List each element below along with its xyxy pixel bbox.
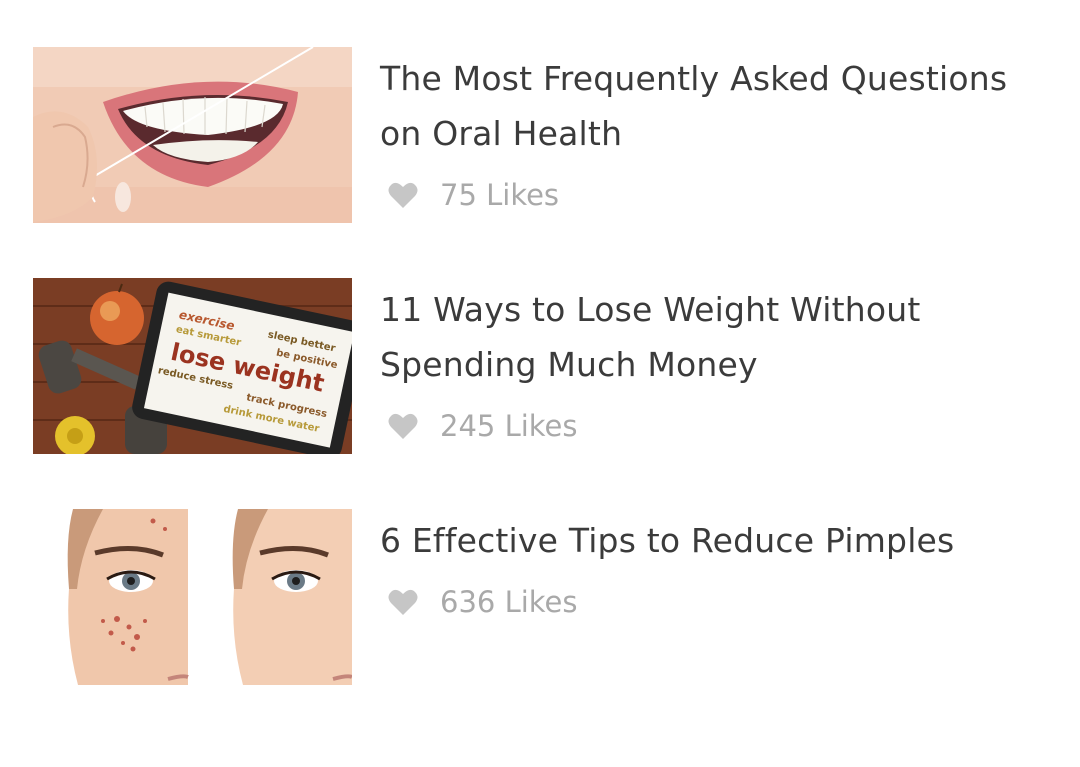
article-card[interactable]: 6 Effective Tips to Reduce Pimples 636 L… [33, 509, 1043, 685]
likes-label: 75 Likes [440, 178, 560, 212]
likes-label: 636 Likes [440, 585, 578, 619]
article-title[interactable]: The Most Frequently Asked Questions on O… [380, 51, 1040, 161]
article-thumbnail-weight-loss[interactable]: exercise sleep better eat smarter be pos… [33, 278, 352, 454]
weight-loss-tablet-photo: exercise sleep better eat smarter be pos… [33, 278, 352, 454]
likes-count[interactable]: 245 Likes [388, 406, 578, 446]
heart-icon[interactable] [388, 181, 418, 209]
article-card[interactable]: The Most Frequently Asked Questions on O… [33, 47, 1043, 223]
likes-label: 245 Likes [440, 409, 578, 443]
heart-icon[interactable] [388, 588, 418, 616]
heart-icon[interactable] [388, 412, 418, 440]
likes-count[interactable]: 636 Likes [388, 582, 578, 622]
article-thumbnail-pimples[interactable] [33, 509, 352, 685]
smile-flossing-photo [33, 47, 352, 223]
acne-before-after-photo [33, 509, 352, 685]
article-thumbnail-oral-health[interactable] [33, 47, 352, 223]
article-title[interactable]: 6 Effective Tips to Reduce Pimples [380, 513, 1040, 568]
article-card[interactable]: exercise sleep better eat smarter be pos… [33, 278, 1043, 454]
likes-count[interactable]: 75 Likes [388, 175, 559, 215]
article-title[interactable]: 11 Ways to Lose Weight Without Spending … [380, 282, 1040, 392]
